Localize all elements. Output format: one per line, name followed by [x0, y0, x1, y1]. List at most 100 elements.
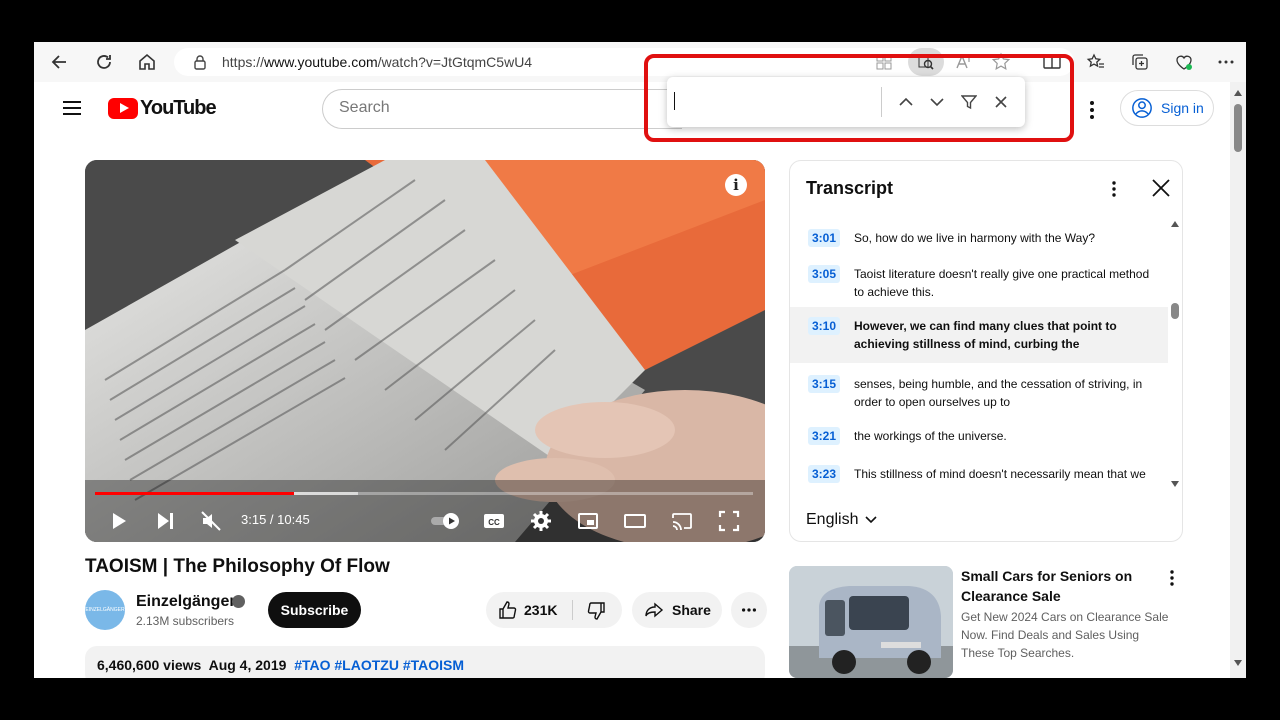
- progress-played: [95, 492, 294, 495]
- segment-timestamp[interactable]: 3:05: [808, 265, 840, 283]
- transcript-segment[interactable]: 3:05 Taoist literature doesn't really giv…: [790, 255, 1168, 307]
- read-aloud-icon[interactable]: [952, 50, 976, 74]
- browser-window: https://www.youtube.com/watch?v=JtGtqmC5…: [34, 42, 1246, 678]
- ad-thumbnail[interactable]: [789, 566, 953, 678]
- youtube-logo-icon[interactable]: [108, 98, 138, 119]
- captions-icon[interactable]: CC: [481, 508, 507, 534]
- scroll-up-icon[interactable]: [1234, 90, 1242, 96]
- share-button[interactable]: Share: [632, 592, 722, 628]
- cast-icon[interactable]: [669, 508, 695, 534]
- segment-timestamp[interactable]: 3:21: [808, 427, 840, 445]
- filter-icon[interactable]: [958, 91, 980, 113]
- collections-icon[interactable]: [1128, 50, 1152, 74]
- transcript-more-icon[interactable]: [1104, 179, 1124, 199]
- address-bar[interactable]: https://www.youtube.com/watch?v=JtGtqmC5…: [174, 48, 1074, 76]
- close-icon[interactable]: [1150, 177, 1172, 199]
- scroll-down-icon[interactable]: [1171, 481, 1179, 487]
- miniplayer-icon[interactable]: [575, 508, 601, 534]
- transcript-segments: 3:01 So, how do we live in harmony with t…: [790, 219, 1168, 489]
- chevron-down-icon: [865, 516, 878, 524]
- browser-toolbar: https://www.youtube.com/watch?v=JtGtqmC5…: [34, 42, 1246, 82]
- transcript-segment[interactable]: 3:01 So, how do we live in harmony with t…: [790, 219, 1168, 255]
- transcript-segment[interactable]: 3:23 This stillness of mind doesn't neces…: [790, 455, 1168, 489]
- play-icon[interactable]: [105, 508, 131, 534]
- hashtag[interactable]: #LAOTZU: [334, 657, 399, 673]
- more-actions-button[interactable]: [731, 592, 767, 628]
- sign-in-label: Sign in: [1161, 100, 1204, 116]
- page-scrollbar[interactable]: [1230, 82, 1246, 678]
- video-player[interactable]: i 3:15 / 10:45 CC: [85, 160, 765, 542]
- lock-icon[interactable]: [192, 54, 208, 70]
- url-scheme: https://: [222, 54, 265, 70]
- like-count[interactable]: 231K: [524, 602, 557, 618]
- hamburger-menu-icon[interactable]: [60, 96, 84, 120]
- subscribe-button[interactable]: Subscribe: [268, 592, 361, 628]
- back-arrow-icon[interactable]: [48, 50, 72, 74]
- hashtag[interactable]: #TAOISM: [403, 657, 464, 673]
- segment-text: So, how do we live in harmony with the W…: [854, 231, 1096, 245]
- segment-timestamp[interactable]: 3:23: [808, 465, 840, 483]
- transcript-segment[interactable]: 3:21 the workings of the universe.: [790, 417, 1168, 455]
- youtube-logo-text[interactable]: YouTube: [140, 97, 217, 120]
- text-caret: [674, 92, 675, 110]
- find-previous-icon[interactable]: [895, 91, 917, 113]
- home-icon[interactable]: [135, 50, 159, 74]
- find-on-page-icon[interactable]: [908, 48, 944, 76]
- segment-text: However, we can find many clues that poi…: [854, 319, 1117, 351]
- language-select[interactable]: English: [806, 511, 878, 529]
- hashtag[interactable]: #TAO: [294, 657, 330, 673]
- like-separator: [572, 600, 573, 620]
- segment-timestamp[interactable]: 3:01: [808, 229, 840, 247]
- page-scroll-thumb[interactable]: [1234, 104, 1242, 152]
- ad-title[interactable]: Small Cars for Seniors on Clearance Sale: [961, 566, 1161, 606]
- youtube-header: YouTube Sign in: [34, 82, 1230, 138]
- fullscreen-icon[interactable]: [716, 508, 742, 534]
- channel-avatar[interactable]: EINZELGÄNGER: [85, 590, 125, 630]
- settings-gear-icon[interactable]: [528, 508, 554, 534]
- address-url[interactable]: https://www.youtube.com/watch?v=JtGtqmC5…: [222, 54, 532, 70]
- more-horizontal-icon: [741, 608, 757, 612]
- description-box[interactable]: 6,460,600 views Aug 4, 2019 #TAO #LAOTZU…: [85, 646, 765, 678]
- theater-mode-icon[interactable]: [622, 508, 648, 534]
- find-close-icon[interactable]: [990, 91, 1012, 113]
- split-screen-icon[interactable]: [1040, 50, 1064, 74]
- transcript-segment[interactable]: 3:15 senses, being humble, and the cessat…: [790, 365, 1168, 419]
- browser-essentials-icon[interactable]: [1172, 50, 1196, 74]
- find-separator: [881, 87, 882, 117]
- scroll-down-icon[interactable]: [1234, 660, 1242, 666]
- find-next-icon[interactable]: [926, 91, 948, 113]
- subscriber-count: 2.13M subscribers: [136, 614, 235, 628]
- segment-timestamp[interactable]: 3:10: [808, 317, 840, 335]
- info-icon[interactable]: i: [725, 174, 747, 196]
- transcript-scrollbar[interactable]: [1168, 219, 1182, 489]
- sign-in-button[interactable]: Sign in: [1120, 90, 1214, 126]
- scroll-up-icon[interactable]: [1171, 221, 1179, 227]
- progress-bar[interactable]: [95, 492, 753, 495]
- favorites-icon[interactable]: [1084, 50, 1108, 74]
- duration: 10:45: [277, 512, 310, 527]
- account-icon: [1132, 98, 1152, 118]
- ad-more-icon[interactable]: [1162, 568, 1182, 588]
- like-thumb-icon[interactable]: [498, 600, 518, 620]
- search-input[interactable]: [339, 99, 639, 117]
- refresh-icon[interactable]: [92, 50, 116, 74]
- favorite-star-icon[interactable]: [989, 50, 1013, 74]
- transcript-panel: Transcript 3:01 So, how do we live in har…: [789, 160, 1183, 542]
- segment-timestamp[interactable]: 3:15: [808, 375, 840, 393]
- dislike-thumb-icon[interactable]: [586, 601, 606, 621]
- search-box[interactable]: [322, 89, 682, 129]
- channel-name[interactable]: Einzelgänger: [136, 593, 236, 611]
- next-icon[interactable]: [152, 508, 178, 534]
- mute-icon[interactable]: [198, 508, 224, 534]
- transcript-segment[interactable]: 3:10 However, we can find many clues that…: [790, 307, 1168, 363]
- player-controls: 3:15 / 10:45 CC: [85, 500, 765, 542]
- app-grid-icon[interactable]: [872, 50, 896, 74]
- find-input[interactable]: [675, 87, 875, 117]
- segment-text: Taoist literature doesn't really give on…: [854, 267, 1150, 299]
- view-count: 6,460,600 views: [97, 657, 202, 673]
- more-vertical-icon[interactable]: [1080, 98, 1104, 122]
- share-arrow-icon: [645, 602, 664, 618]
- transcript-scroll-thumb[interactable]: [1171, 303, 1179, 319]
- autoplay-toggle-icon[interactable]: [429, 508, 463, 534]
- settings-more-icon[interactable]: [1214, 50, 1238, 74]
